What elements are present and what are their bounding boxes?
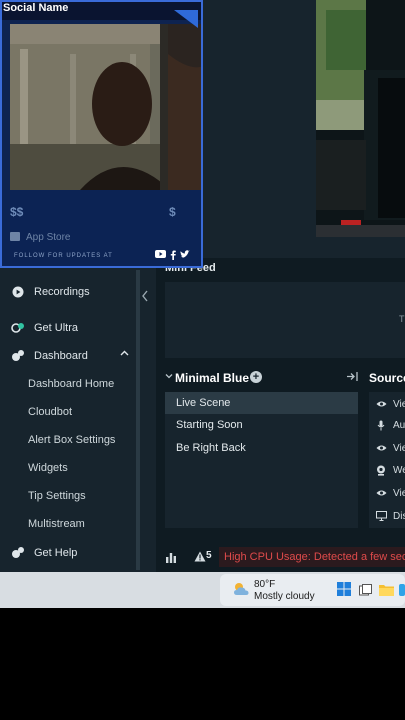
eye-icon[interactable] [375, 398, 387, 410]
eye-icon[interactable] [375, 442, 387, 454]
sidebar-subitem-alert-box-settings[interactable]: Alert Box Settings [28, 430, 115, 450]
letterbox [0, 608, 405, 720]
app-store-item[interactable]: App Store [10, 232, 70, 243]
warning-icon[interactable] [194, 549, 206, 567]
source-item[interactable]: Vie [375, 485, 405, 501]
sidebar-item-label: Get Help [34, 547, 78, 559]
sidebar-item-get-ultra[interactable]: Get Ultra [0, 315, 135, 341]
play-circle-icon [11, 285, 25, 299]
chevron-down-icon[interactable] [165, 372, 173, 382]
webcam-icon[interactable] [375, 464, 387, 476]
source-item[interactable]: Vie [375, 396, 405, 412]
mini-feed-panel [165, 282, 405, 358]
monitor-icon[interactable] [375, 510, 387, 522]
sidebar-scrollbar[interactable] [136, 270, 140, 570]
weather-temperature: 80°F [254, 579, 276, 590]
app-store-label: App Store [26, 232, 71, 243]
source-item[interactable]: Aud [375, 417, 405, 433]
scene-list: Live Scene Starting Soon Be Right Back [165, 392, 358, 528]
source-item[interactable]: Dis [375, 508, 405, 524]
store-icon [10, 232, 20, 241]
source-item[interactable]: We [375, 462, 405, 478]
sidebar-item-get-help[interactable]: Get Help [0, 540, 135, 566]
sidebar-item-label: Get Ultra [34, 322, 79, 334]
ultra-icon [11, 321, 25, 335]
help-icon [11, 546, 25, 560]
collapse-sidebar-icon[interactable] [141, 290, 153, 304]
eye-icon[interactable] [375, 487, 387, 499]
cloud-icon [233, 582, 251, 601]
collapse-panel-icon[interactable] [346, 371, 358, 385]
sources-title: Source [369, 371, 405, 385]
sidebar-item-label: Dashboard [34, 350, 88, 362]
weather-condition: Mostly cloudy [254, 591, 315, 602]
preview-monitor [316, 0, 405, 237]
sidebar-subitem-widgets[interactable]: Widgets [28, 458, 68, 478]
overlay-tip-right: $ [169, 205, 176, 219]
dashboard-icon [11, 349, 25, 363]
microphone-icon[interactable] [375, 419, 387, 431]
youtube-icon [155, 250, 166, 263]
sidebar-subitem-cloudbot[interactable]: Cloudbot [28, 402, 72, 422]
sidebar-subitem-multistream[interactable]: Multistream [28, 514, 85, 534]
add-scene-collection-icon[interactable]: + [250, 371, 262, 383]
windows-start-icon[interactable] [337, 582, 351, 601]
webcam-overlay: Social Name $$ $ App Store FOLLOW FOR UP… [0, 0, 203, 268]
cpu-usage-warning[interactable]: High CPU Usage: Detected a few seconds [219, 547, 405, 567]
source-list: Vie Aud Vie We Vie Dis [369, 392, 405, 528]
alert-count: 5 [206, 550, 212, 561]
sidebar-subitem-tip-settings[interactable]: Tip Settings [28, 486, 86, 506]
sidebar-item-label: Recordings [34, 286, 90, 298]
overlay-title: Social Name [3, 2, 69, 14]
scene-item-starting-soon[interactable]: Starting Soon [165, 414, 358, 436]
bar-chart-icon[interactable] [165, 550, 177, 568]
taskbar-app-icon[interactable] [399, 583, 405, 601]
scene-collection-name[interactable]: Minimal Blue [175, 371, 249, 385]
sidebar-item-recordings[interactable]: Recordings [0, 279, 135, 305]
follow-text: FOLLOW FOR UPDATES AT [14, 253, 113, 259]
sidebar-subitem-dashboard-home[interactable]: Dashboard Home [28, 374, 114, 394]
task-view-icon[interactable] [359, 583, 372, 601]
chevron-up-icon[interactable] [120, 349, 129, 361]
source-item[interactable]: Vie [375, 440, 405, 456]
sidebar-item-dashboard[interactable]: Dashboard [0, 343, 135, 369]
facebook-icon [170, 250, 176, 263]
scene-item-live-scene[interactable]: Live Scene [165, 392, 358, 414]
twitter-icon [180, 250, 190, 263]
social-icons [155, 250, 190, 263]
preview-feed [168, 24, 201, 190]
sidebar: Recordings Get Ultra Dashboard Dashboard… [0, 270, 135, 572]
file-explorer-icon[interactable] [379, 583, 394, 601]
overlay-tip-left: $$ [10, 205, 24, 219]
scene-item-be-right-back[interactable]: Be Right Back [165, 437, 358, 459]
mini-feed-edge-text: T [399, 314, 405, 324]
